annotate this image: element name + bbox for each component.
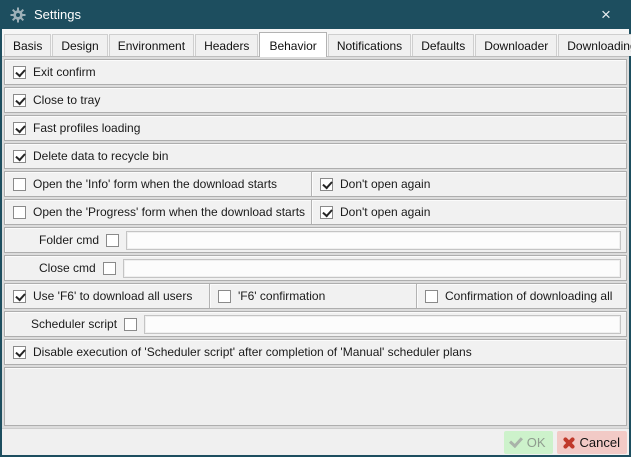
row-exit-confirm: Exit confirm: [4, 59, 627, 85]
close-to-tray-checkbox[interactable]: [13, 94, 26, 107]
cancel-x-icon: [562, 436, 575, 449]
delete-to-recycle-bin-label: Delete data to recycle bin: [33, 149, 168, 163]
folder-cmd-checkbox[interactable]: [106, 234, 119, 247]
open-info-form-checkbox[interactable]: [13, 178, 26, 191]
folder-cmd-label: Folder cmd: [39, 233, 99, 247]
exit-confirm-label: Exit confirm: [33, 65, 96, 79]
use-f6-checkbox[interactable]: [13, 290, 26, 303]
row-fast-profiles-loading: Fast profiles loading: [4, 115, 627, 141]
exit-confirm-checkbox[interactable]: [13, 66, 26, 79]
row-close-to-tray: Close to tray: [4, 87, 627, 113]
ok-button-label: OK: [527, 435, 546, 450]
row-close-cmd: Close cmd: [4, 255, 627, 281]
tab-defaults[interactable]: Defaults: [412, 34, 474, 56]
tab-behavior[interactable]: Behavior: [259, 32, 326, 57]
disable-scheduler-script-checkbox[interactable]: [13, 346, 26, 359]
use-f6-label: Use 'F6' to download all users: [33, 289, 192, 303]
disable-scheduler-script-label: Disable execution of 'Scheduler script' …: [33, 345, 472, 359]
tab-notifications[interactable]: Notifications: [328, 34, 411, 56]
tab-basis[interactable]: Basis: [4, 34, 51, 56]
cancel-button-label: Cancel: [580, 435, 620, 450]
f6-confirmation-checkbox[interactable]: [218, 290, 231, 303]
info-dont-open-again-checkbox[interactable]: [320, 178, 333, 191]
folder-cmd-input[interactable]: [126, 231, 621, 250]
ok-button[interactable]: OK: [504, 431, 553, 454]
tab-downloading[interactable]: Downloading: [558, 34, 631, 56]
close-cmd-label: Close cmd: [39, 261, 96, 275]
open-progress-form-label: Open the 'Progress' form when the downlo…: [33, 205, 305, 219]
row-f6-options: Use 'F6' to download all users 'F6' conf…: [4, 283, 627, 309]
row-delete-to-recycle-bin: Delete data to recycle bin: [4, 143, 627, 169]
delete-to-recycle-bin-checkbox[interactable]: [13, 150, 26, 163]
fast-profiles-loading-checkbox[interactable]: [13, 122, 26, 135]
gear-icon: [10, 7, 26, 23]
open-info-form-label: Open the 'Info' form when the download s…: [33, 177, 277, 191]
progress-dont-open-again-checkbox[interactable]: [320, 206, 333, 219]
row-open-info-form: Open the 'Info' form when the download s…: [4, 171, 627, 197]
tab-environment[interactable]: Environment: [109, 34, 194, 56]
fast-profiles-loading-label: Fast profiles loading: [33, 121, 140, 135]
behavior-tab-panel: Exit confirm Close to tray Fast profiles…: [2, 57, 629, 428]
info-dont-open-again-label: Don't open again: [340, 177, 430, 191]
titlebar: Settings ×: [2, 0, 629, 29]
tab-strip: Basis Design Environment Headers Behavio…: [2, 29, 629, 57]
confirmation-downloading-all-checkbox[interactable]: [425, 290, 438, 303]
row-scheduler-script: Scheduler script: [4, 311, 627, 337]
row-open-progress-form: Open the 'Progress' form when the downlo…: [4, 199, 627, 225]
tab-headers[interactable]: Headers: [195, 34, 258, 56]
close-cmd-checkbox[interactable]: [103, 262, 116, 275]
tab-downloader[interactable]: Downloader: [475, 34, 557, 56]
settings-dialog: Settings × Basis Design Environment Head…: [0, 0, 631, 457]
empty-panel: [4, 367, 627, 426]
confirmation-downloading-all-label: Confirmation of downloading all: [445, 289, 612, 303]
footer-bar: OK Cancel: [2, 428, 629, 455]
progress-dont-open-again-label: Don't open again: [340, 205, 430, 219]
ok-check-icon: [509, 437, 522, 447]
row-folder-cmd: Folder cmd: [4, 227, 627, 253]
close-icon[interactable]: ×: [591, 0, 621, 29]
scheduler-script-label: Scheduler script: [31, 317, 117, 331]
tab-design[interactable]: Design: [52, 34, 107, 56]
scheduler-script-checkbox[interactable]: [124, 318, 137, 331]
f6-confirmation-label: 'F6' confirmation: [238, 289, 325, 303]
window-title: Settings: [34, 7, 81, 22]
close-to-tray-label: Close to tray: [33, 93, 100, 107]
row-disable-scheduler-script: Disable execution of 'Scheduler script' …: [4, 339, 627, 365]
cancel-button[interactable]: Cancel: [557, 431, 627, 454]
open-progress-form-checkbox[interactable]: [13, 206, 26, 219]
close-cmd-input[interactable]: [123, 259, 621, 278]
scheduler-script-input[interactable]: [144, 315, 621, 334]
